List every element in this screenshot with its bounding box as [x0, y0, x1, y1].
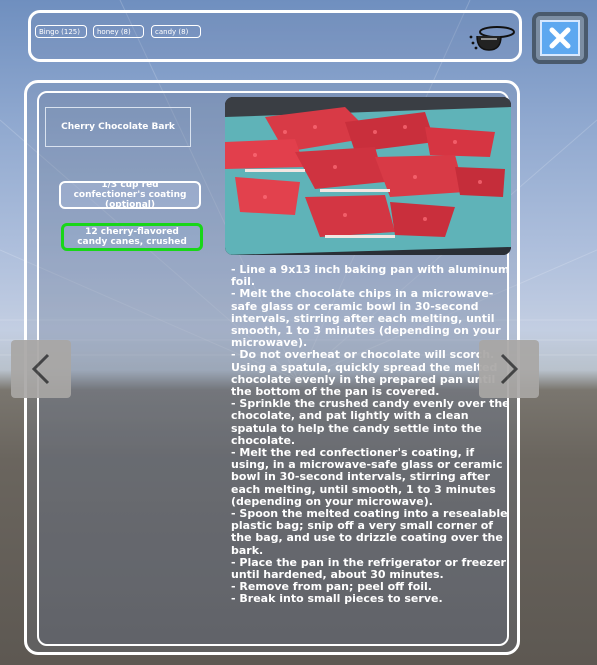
close-button[interactable] — [532, 12, 588, 64]
ingredient-item[interactable]: 1/3 cup red confectioner's coating (opti… — [59, 181, 201, 209]
recipe-photo — [225, 97, 511, 255]
next-recipe-button[interactable] — [479, 340, 539, 398]
recipe-title: Cherry Chocolate Bark — [45, 107, 191, 147]
recipe-instructions: - Line a 9x13 inch baking pan with alumi… — [231, 264, 510, 606]
chevron-right-icon — [500, 353, 519, 385]
mixing-bowl-icon[interactable] — [467, 23, 517, 53]
recipe-detail-panel: Cherry Chocolate Bark 1/3 cup red confec… — [37, 91, 511, 646]
tag-chip-bingo[interactable]: Bingo (125) — [35, 25, 87, 38]
previous-recipe-button[interactable] — [11, 340, 71, 398]
ingredient-item-selected[interactable]: 12 cherry-flavored candy canes, crushed — [61, 223, 203, 251]
close-icon — [540, 20, 580, 56]
tag-chip-honey[interactable]: honey (8) — [93, 25, 144, 38]
tag-filter-bar: Bingo (125) honey (8) candy (8) — [28, 10, 522, 62]
recipe-card: Cherry Chocolate Bark 1/3 cup red confec… — [24, 80, 520, 655]
tag-chip-candy[interactable]: candy (8) — [151, 25, 201, 38]
chevron-left-icon — [31, 353, 50, 385]
